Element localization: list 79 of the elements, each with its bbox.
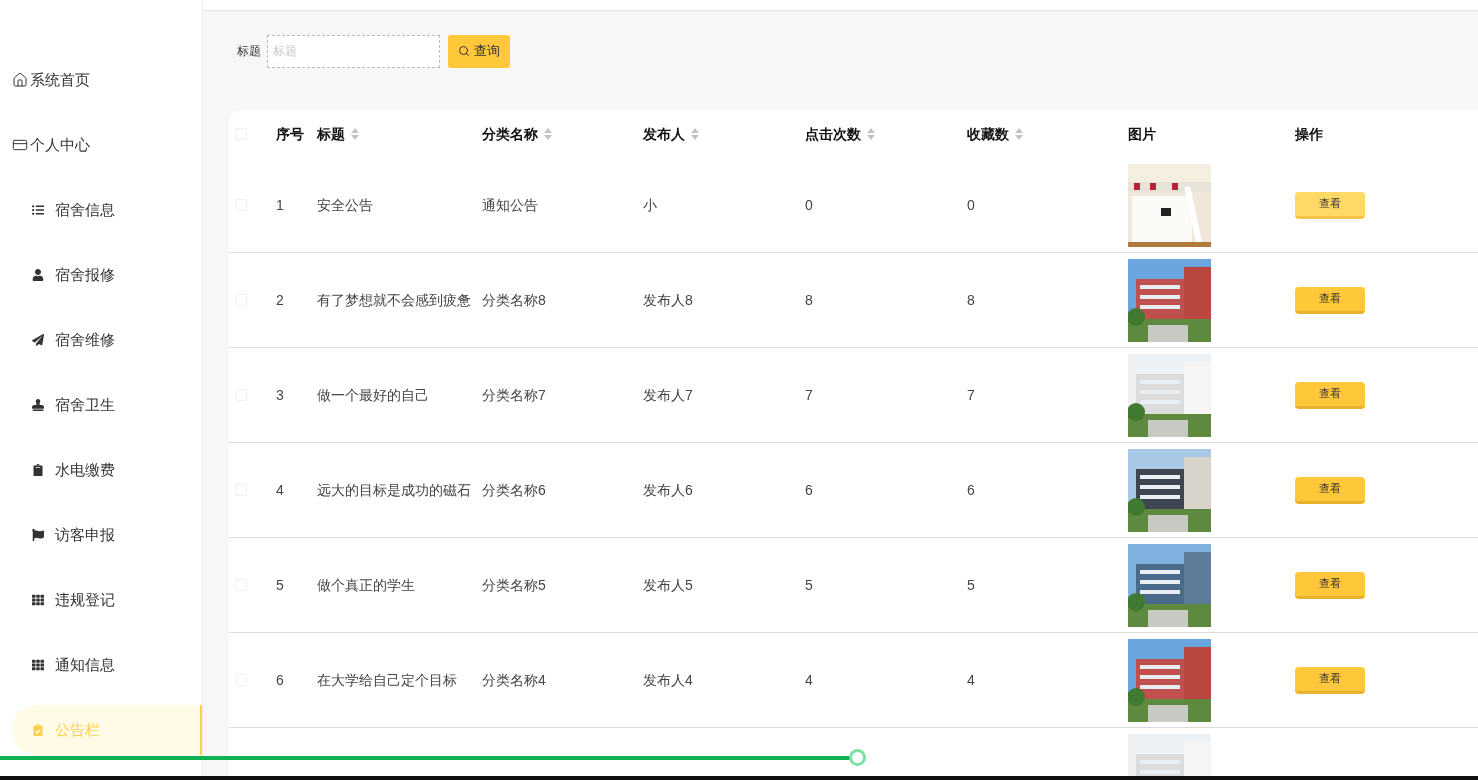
table-cell: 发布人6 — [643, 481, 693, 498]
sidebar-item[interactable]: 宿舍报修 — [12, 250, 202, 300]
table-cell: 发布人5 — [643, 576, 693, 593]
table-cell: 有了梦想就不会感到疲惫 — [317, 291, 471, 308]
home-icon — [12, 72, 28, 88]
flag-icon — [32, 529, 44, 541]
table-cell: 5 — [805, 576, 813, 593]
view-button[interactable]: 查看 — [1295, 476, 1365, 504]
table-cell: 5 — [276, 576, 284, 593]
table-cell: 0 — [805, 196, 813, 213]
grid-icon — [32, 594, 44, 606]
sort-icon[interactable] — [867, 128, 875, 140]
table-cell: 0 — [967, 196, 975, 213]
table-cell: 8 — [805, 291, 813, 308]
table-cell: 分类名称7 — [482, 386, 546, 403]
sort-icon[interactable] — [544, 128, 552, 140]
column-header[interactable]: 收藏数 — [967, 123, 1023, 145]
table-cell: 分类名称8 — [482, 291, 546, 308]
sidebar-item[interactable]: 宿舍信息 — [12, 185, 202, 235]
view-button[interactable]: 查看 — [1295, 571, 1365, 599]
table-cell: 5 — [967, 576, 975, 593]
sidebar-item[interactable]: 宿舍维修 — [12, 315, 202, 365]
sort-icon[interactable] — [1015, 128, 1023, 140]
table-cell: 分类名称5 — [482, 576, 546, 593]
sidebar-item[interactable]: 访客申报 — [12, 510, 202, 560]
table-cell: 3 — [276, 386, 284, 403]
column-header[interactable]: 点击次数 — [805, 123, 875, 145]
sort-icon[interactable] — [691, 128, 699, 140]
grid-icon — [32, 659, 44, 671]
table-cell: 7 — [967, 386, 975, 403]
person-icon — [32, 269, 44, 281]
search-icon — [458, 45, 470, 57]
sidebar-item[interactable]: 个人中心 — [0, 120, 202, 170]
table-cell: 1 — [276, 196, 284, 213]
table-cell: 6 — [805, 481, 813, 498]
column-header: 操作 — [1295, 124, 1323, 144]
table-cell: 7 — [805, 386, 813, 403]
table-cell: 在大学给自己定个目标 — [317, 671, 457, 688]
table-cell: 远大的目标是成功的磁石 — [317, 481, 471, 498]
table-cell: 6 — [276, 671, 284, 688]
table-cell: 发布人7 — [643, 386, 693, 403]
stamp-icon — [32, 399, 44, 411]
table-cell: 8 — [967, 291, 975, 308]
card-icon — [12, 137, 28, 153]
view-button[interactable]: 查看 — [1295, 191, 1365, 219]
search-button[interactable]: 查询 — [448, 34, 510, 68]
table-cell: 通知公告 — [482, 196, 538, 213]
table-cell: 分类名称6 — [482, 481, 546, 498]
column-header: 图片 — [1128, 124, 1156, 144]
table-cell: 4 — [276, 481, 284, 498]
table-cell: 4 — [805, 671, 813, 688]
sidebar-item[interactable]: 水电缴费 — [12, 445, 202, 495]
search-label: 标题 — [237, 43, 261, 60]
table-cell: 安全公告 — [317, 196, 373, 213]
column-header[interactable]: 发布人 — [643, 123, 699, 145]
clipboard-icon — [32, 724, 44, 736]
sort-icon[interactable] — [351, 128, 359, 140]
table-cell: 6 — [967, 481, 975, 498]
table-cell: 发布人8 — [643, 291, 693, 308]
table-cell: 做一个最好的自己 — [317, 386, 429, 403]
sidebar-item[interactable]: 系统首页 — [0, 55, 202, 105]
sidebar-item[interactable]: 通知信息 — [12, 640, 202, 690]
table-cell: 分类名称4 — [482, 671, 546, 688]
sidebar-item[interactable]: 宿舍卫生 — [12, 380, 202, 430]
list-icon — [32, 204, 44, 216]
column-header[interactable]: 分类名称 — [482, 123, 552, 145]
table-cell: 4 — [967, 671, 975, 688]
table-cell: 2 — [276, 291, 284, 308]
view-button[interactable]: 查看 — [1295, 666, 1365, 694]
column-header[interactable]: 标题 — [317, 123, 359, 145]
table-cell: 做个真正的学生 — [317, 576, 415, 593]
table-cell: 小 — [643, 196, 657, 213]
view-button[interactable]: 查看 — [1295, 381, 1365, 409]
sidebar-item[interactable]: 违规登记 — [12, 575, 202, 625]
paper-plane-icon — [32, 334, 44, 346]
clipboard-icon — [32, 464, 44, 476]
table-cell: 发布人4 — [643, 671, 693, 688]
view-button[interactable]: 查看 — [1295, 286, 1365, 314]
column-header: 序号 — [276, 124, 304, 144]
